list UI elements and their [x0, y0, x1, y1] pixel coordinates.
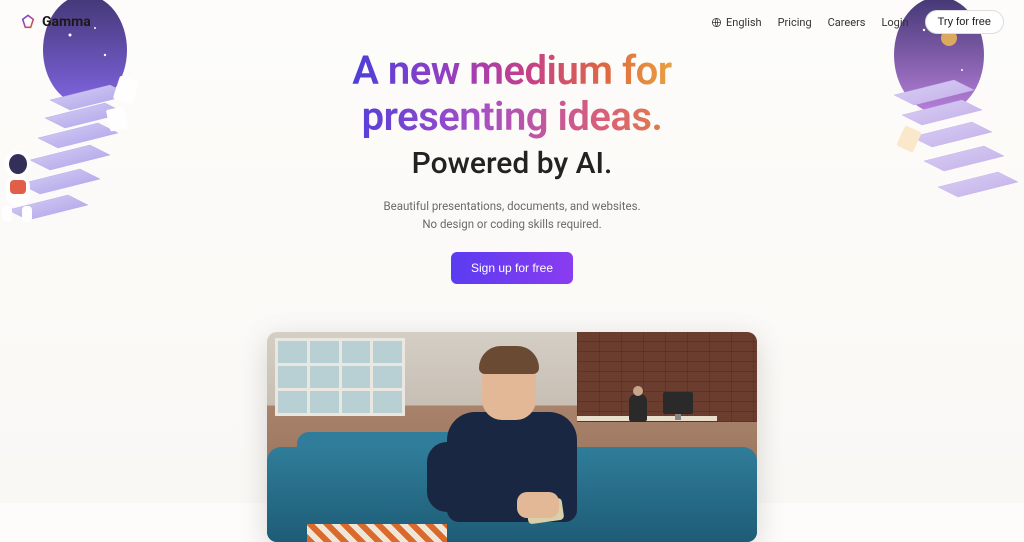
top-nav: English Pricing Careers Login Try for fr…: [711, 10, 1004, 34]
logo[interactable]: Gamma: [20, 14, 91, 30]
language-selector[interactable]: English: [711, 16, 762, 29]
site-header: Gamma English Pricing Careers Login Try …: [0, 0, 1024, 44]
nav-careers[interactable]: Careers: [828, 16, 866, 29]
nav-login[interactable]: Login: [881, 16, 908, 29]
hero-subheadline: Powered by AI.: [0, 146, 1024, 181]
globe-icon: [711, 17, 722, 28]
desc-line-2: No design or coding skills required.: [422, 217, 601, 231]
signup-button[interactable]: Sign up for free: [451, 252, 573, 284]
desc-line-1: Beautiful presentations, documents, and …: [383, 199, 640, 213]
hero-video[interactable]: [267, 332, 757, 542]
headline-line-2: presenting ideas.: [362, 93, 663, 140]
logo-icon: [20, 14, 36, 30]
video-thumbnail: [267, 332, 757, 542]
language-label: English: [726, 16, 762, 29]
hero-description: Beautiful presentations, documents, and …: [0, 197, 1024, 234]
headline-line-1: A new medium for: [352, 47, 671, 94]
hero-headline: A new medium for presenting ideas.: [0, 48, 1024, 140]
logo-text: Gamma: [42, 14, 91, 30]
try-free-button[interactable]: Try for free: [925, 10, 1004, 34]
hero-section: A new medium for presenting ideas. Power…: [0, 44, 1024, 284]
nav-pricing[interactable]: Pricing: [778, 16, 812, 29]
